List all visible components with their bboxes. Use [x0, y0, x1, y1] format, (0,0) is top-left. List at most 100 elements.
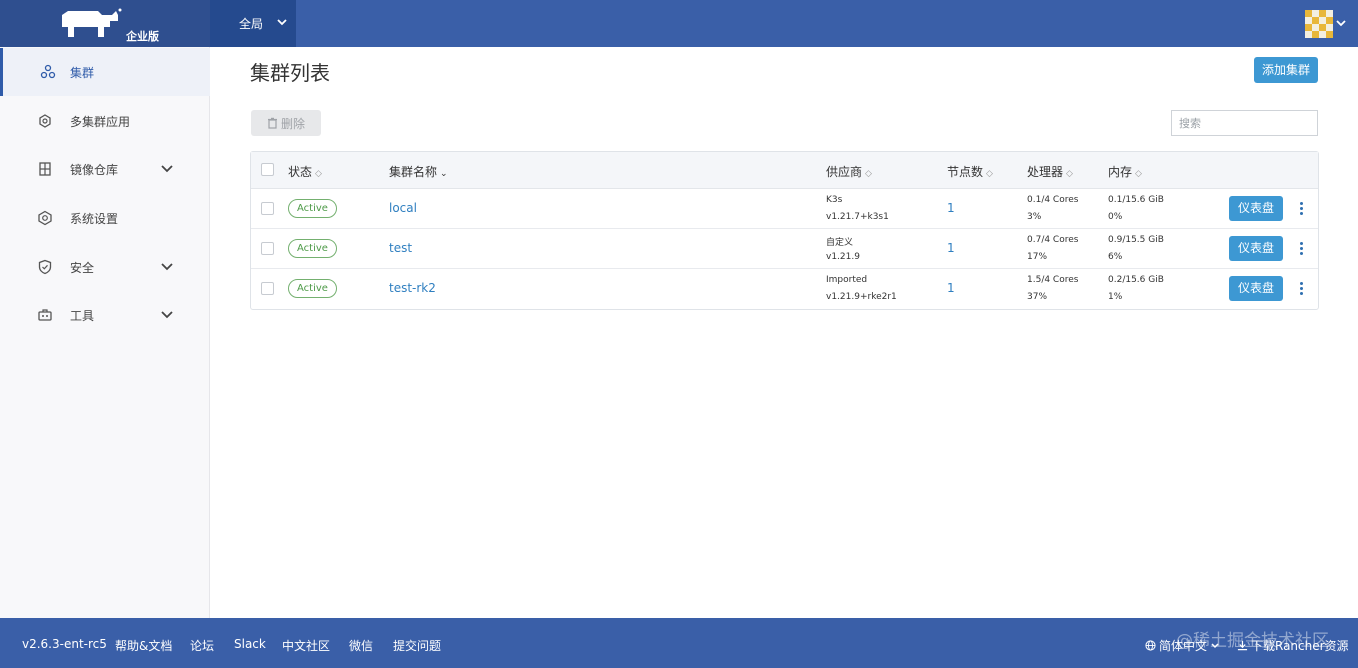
- sidebar-item-multi-cluster-apps[interactable]: 多集群应用: [0, 97, 210, 145]
- sidebar-item-clusters[interactable]: 集群: [0, 48, 210, 96]
- select-all-checkbox[interactable]: [261, 163, 274, 176]
- node-count-link[interactable]: 1: [947, 201, 955, 215]
- column-header-status[interactable]: 状态 ◇: [288, 163, 322, 180]
- more-actions-icon[interactable]: [1300, 282, 1304, 296]
- column-header-nodes[interactable]: 节点数 ◇: [947, 163, 993, 180]
- dashboard-button[interactable]: 仪表盘: [1229, 196, 1283, 221]
- add-cluster-button[interactable]: 添加集群: [1254, 57, 1318, 83]
- cpu-percent: 17%: [1027, 252, 1048, 262]
- registry-icon: [39, 162, 51, 176]
- watermark: @稀土掘金技术社区: [1176, 631, 1329, 651]
- sort-icon: ◇: [986, 169, 993, 179]
- edition-label: 企业版: [126, 30, 159, 43]
- memory-usage: 0.2/15.6 GiB: [1108, 275, 1164, 285]
- column-header-provider[interactable]: 供应商 ◇: [826, 163, 872, 180]
- provider: Imported: [826, 275, 868, 285]
- sidebar-item-registry[interactable]: 镜像仓库: [0, 145, 210, 193]
- provider: K3s: [826, 195, 843, 205]
- sidebar-item-label: 多集群应用: [70, 115, 131, 129]
- dashboard-button[interactable]: 仪表盘: [1229, 276, 1283, 301]
- sort-icon: ◇: [1066, 169, 1073, 179]
- provider-version: v1.21.9: [826, 252, 860, 262]
- cpu-usage: 0.7/4 Cores: [1027, 235, 1079, 245]
- sidebar-item-settings[interactable]: 系统设置: [0, 194, 210, 242]
- multi-cluster-app-icon: [39, 114, 51, 128]
- chevron-down-icon: [161, 311, 173, 319]
- settings-icon: [38, 210, 52, 226]
- top-header: 企业版 全局: [0, 0, 1358, 47]
- cpu-percent: 3%: [1027, 212, 1042, 222]
- sort-icon: ◇: [865, 169, 872, 179]
- table-row: Active test-rk2 Imported v1.21.9+rke2r1 …: [251, 269, 1318, 309]
- footer-link-wechat[interactable]: 微信: [349, 637, 373, 654]
- sidebar-item-label: 镜像仓库: [70, 163, 119, 177]
- sidebar-item-tools[interactable]: 工具: [0, 291, 210, 339]
- table-header: 状态 ◇ 集群名称 ⌄ 供应商 ◇ 节点数 ◇ 处理器 ◇ 内存 ◇: [251, 152, 1318, 189]
- status-badge: Active: [288, 199, 337, 218]
- sidebar-item-security[interactable]: 安全: [0, 243, 210, 291]
- chevron-down-icon: [161, 165, 173, 173]
- table-row: Active local K3s v1.21.7+k3s1 1 0.1/4 Co…: [251, 189, 1318, 229]
- logo[interactable]: 企业版: [0, 0, 210, 47]
- sidebar-item-label: 工具: [70, 309, 95, 323]
- tools-icon: [38, 309, 52, 321]
- rancher-logo-icon: [62, 8, 122, 37]
- clusters-table: 状态 ◇ 集群名称 ⌄ 供应商 ◇ 节点数 ◇ 处理器 ◇ 内存 ◇ Active loca…: [250, 151, 1319, 310]
- more-actions-icon[interactable]: [1300, 202, 1304, 216]
- cpu-percent: 37%: [1027, 292, 1048, 302]
- column-header-memory[interactable]: 内存 ◇: [1108, 163, 1142, 180]
- cluster-name-link[interactable]: local: [389, 201, 417, 215]
- row-checkbox[interactable]: [261, 242, 274, 255]
- search-input[interactable]: [1171, 110, 1318, 136]
- status-badge: Active: [288, 279, 337, 298]
- shield-icon: [38, 259, 52, 275]
- cluster-name-link[interactable]: test: [389, 241, 412, 255]
- memory-percent: 6%: [1108, 252, 1123, 262]
- memory-usage: 0.9/15.5 GiB: [1108, 235, 1164, 245]
- node-count-link[interactable]: 1: [947, 281, 955, 295]
- scope-label: 全局: [239, 17, 264, 31]
- provider-version: v1.21.7+k3s1: [826, 212, 889, 222]
- sidebar-item-label: 安全: [70, 261, 95, 275]
- dashboard-button[interactable]: 仪表盘: [1229, 236, 1283, 261]
- node-count-link[interactable]: 1: [947, 241, 955, 255]
- cpu-usage: 1.5/4 Cores: [1027, 275, 1079, 285]
- footer-link-issue[interactable]: 提交问题: [393, 637, 441, 654]
- column-header-cpu[interactable]: 处理器 ◇: [1027, 163, 1073, 180]
- memory-percent: 1%: [1108, 292, 1123, 302]
- footer-link-community[interactable]: 中文社区: [282, 637, 330, 654]
- cluster-name-link[interactable]: test-rk2: [389, 281, 436, 295]
- sort-desc-icon: ⌄: [440, 169, 448, 179]
- footer: v2.6.3-ent-rc5 帮助&文档 论坛 Slack 中文社区 微信 提交…: [0, 618, 1358, 668]
- sidebar-item-label: 系统设置: [70, 212, 119, 226]
- memory-percent: 0%: [1108, 212, 1123, 222]
- footer-link-help[interactable]: 帮助&文档: [115, 637, 172, 654]
- footer-link-forum[interactable]: 论坛: [190, 637, 214, 654]
- memory-usage: 0.1/15.6 GiB: [1108, 195, 1164, 205]
- avatar[interactable]: [1305, 10, 1333, 38]
- provider-version: v1.21.9+rke2r1: [826, 292, 897, 302]
- more-actions-icon[interactable]: [1300, 242, 1304, 256]
- footer-link-slack[interactable]: Slack: [234, 637, 266, 651]
- delete-label: 删除: [280, 116, 305, 131]
- sidebar-item-label: 集群: [70, 66, 95, 80]
- page-title: 集群列表: [250, 61, 330, 85]
- sidebar: 集群 多集群应用 镜像仓库 系统设置 安全 工具: [0, 47, 210, 618]
- sort-icon: ◇: [315, 169, 322, 179]
- chevron-down-icon: [161, 263, 173, 271]
- scope-selector[interactable]: 全局: [210, 0, 296, 47]
- cluster-icon: [40, 64, 56, 79]
- row-checkbox[interactable]: [261, 202, 274, 215]
- table-row: Active test 自定义 v1.21.9 1 0.7/4 Cores 17…: [251, 229, 1318, 269]
- cpu-usage: 0.1/4 Cores: [1027, 195, 1079, 205]
- column-header-name[interactable]: 集群名称 ⌄: [389, 163, 448, 180]
- chevron-down-icon: [277, 19, 287, 26]
- status-badge: Active: [288, 239, 337, 258]
- row-checkbox[interactable]: [261, 282, 274, 295]
- globe-icon: [1145, 640, 1156, 651]
- sort-icon: ◇: [1135, 169, 1142, 179]
- chevron-down-icon[interactable]: [1335, 17, 1347, 29]
- delete-button[interactable]: 删除: [251, 110, 321, 136]
- provider: 自定义: [826, 238, 854, 248]
- version-label: v2.6.3-ent-rc5: [22, 637, 107, 651]
